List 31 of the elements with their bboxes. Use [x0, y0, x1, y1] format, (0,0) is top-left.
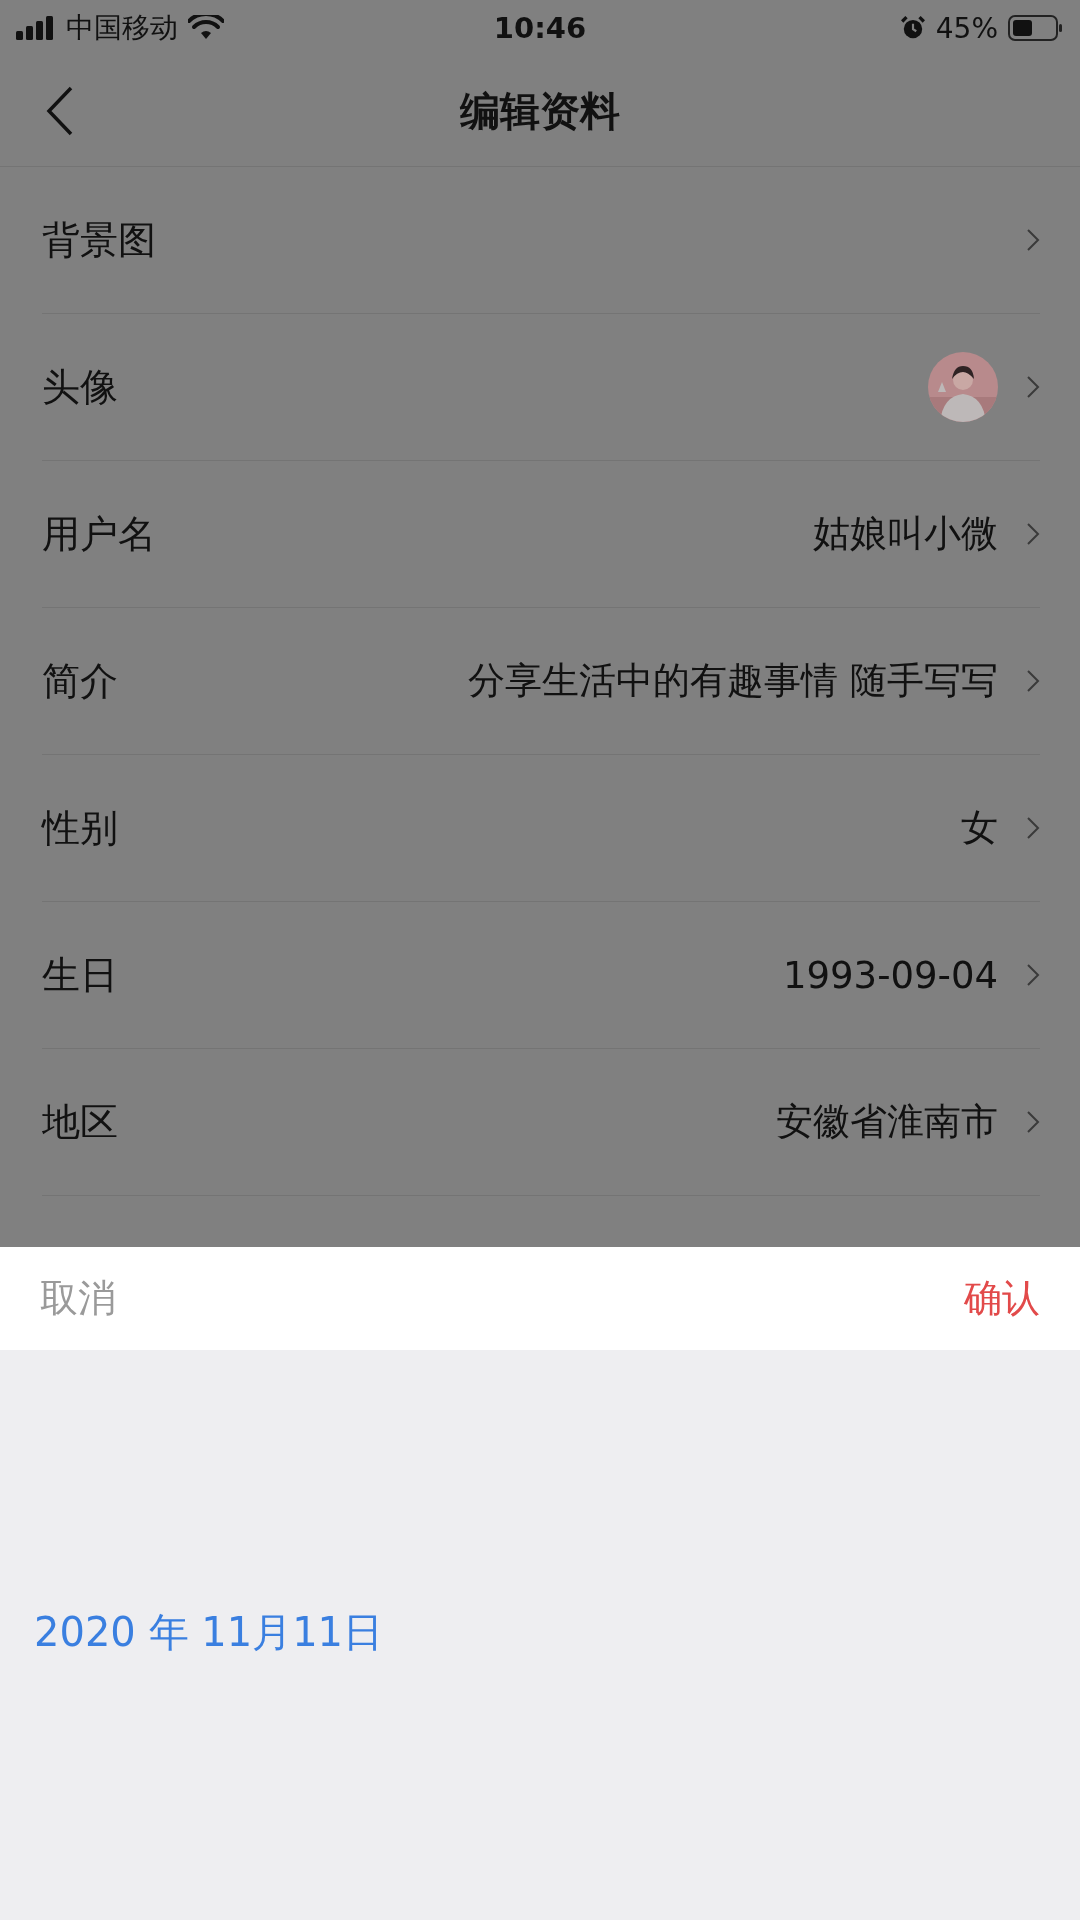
clock-time: 10:46 — [493, 11, 587, 45]
date-picker-value[interactable]: 2020 年 11月11日 — [34, 1605, 384, 1660]
signal-icon — [16, 16, 56, 40]
chevron-icon — [1026, 816, 1040, 840]
row-label: 头像 — [42, 363, 118, 411]
battery-percent: 45% — [935, 11, 998, 45]
row-label: 性别 — [42, 804, 118, 852]
wifi-icon — [188, 15, 224, 41]
row-label: 用户名 — [42, 510, 156, 558]
row-value: 1993-09-04 — [782, 953, 998, 997]
row-label: 简介 — [42, 657, 118, 705]
chevron-icon — [1026, 963, 1040, 987]
page-title: 编辑资料 — [460, 86, 620, 136]
battery-icon — [1008, 15, 1064, 41]
confirm-button[interactable]: 确认 — [964, 1273, 1040, 1324]
chevron-icon — [1026, 669, 1040, 693]
row-value: 安徽省淮南市 — [776, 1099, 998, 1145]
chevron-icon — [1026, 522, 1040, 546]
row-label: 地区 — [42, 1098, 118, 1146]
back-icon[interactable] — [46, 86, 74, 136]
row-value: 女 — [961, 805, 998, 851]
chevron-icon — [1026, 375, 1040, 399]
row-value: 姑娘叫小微 — [813, 511, 998, 557]
carrier-name: 中国移动 — [66, 10, 178, 46]
cancel-button[interactable]: 取消 — [40, 1273, 116, 1324]
row-value: 分享生活中的有趣事情 随手写写 — [468, 658, 998, 704]
chevron-icon — [1026, 1110, 1040, 1134]
row-label: 生日 — [42, 951, 118, 999]
alarm-icon — [899, 15, 926, 41]
chevron-icon — [1026, 228, 1040, 252]
row-label: 背景图 — [42, 216, 156, 264]
